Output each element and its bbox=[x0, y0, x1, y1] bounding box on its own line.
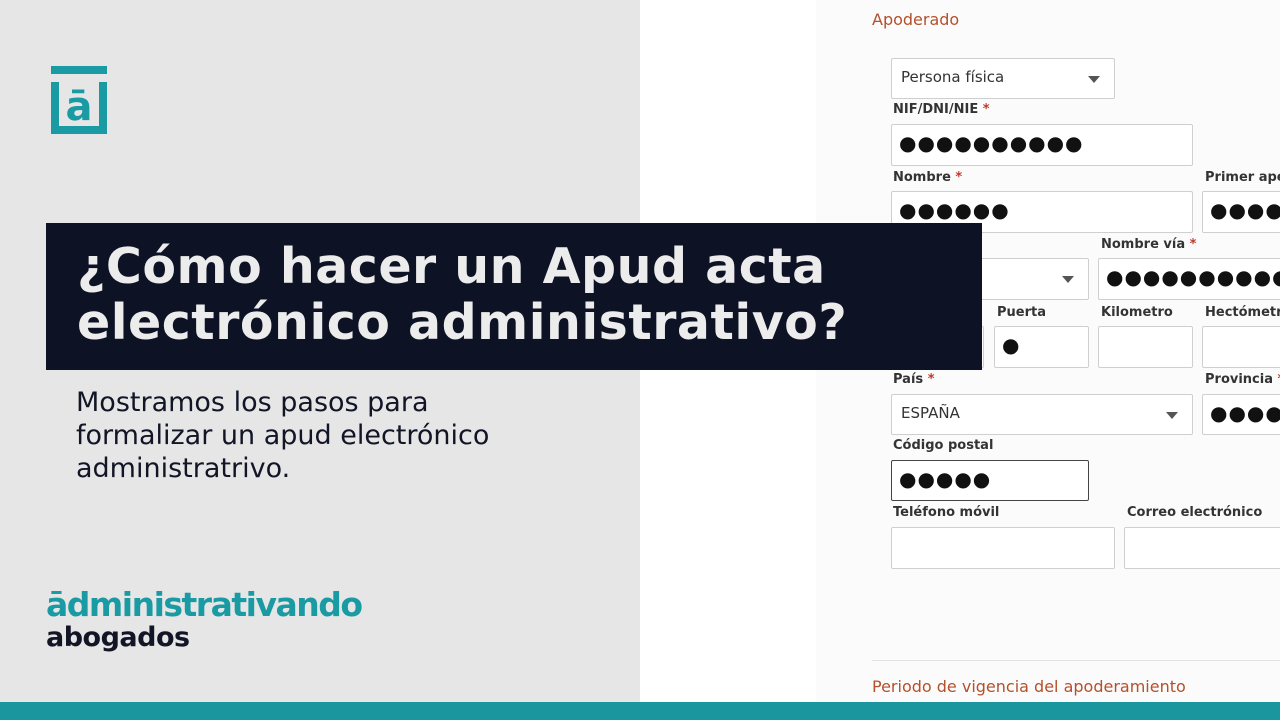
puerta-label: Puerta bbox=[997, 305, 1046, 320]
subtitle-line-3: administratrivo. bbox=[76, 453, 291, 484]
brand-subname: abogados bbox=[46, 622, 190, 653]
title-banner: ¿Cómo hacer un Apud acta electrónico adm… bbox=[46, 223, 982, 370]
person-type-value: Persona física bbox=[901, 68, 1005, 86]
puerta-input[interactable]: ● bbox=[994, 326, 1089, 368]
correo-label: Correo electrónico bbox=[1127, 505, 1263, 520]
nombre-label: Nombre * bbox=[893, 170, 963, 185]
chevron-down-icon bbox=[1166, 412, 1178, 419]
subtitle: Mostramos los pasos para formalizar un a… bbox=[76, 386, 596, 485]
section-title-periodo: Periodo de vigencia del apoderamiento bbox=[872, 677, 1186, 696]
hectometro-input[interactable] bbox=[1202, 326, 1280, 368]
section-title-apoderado: Apoderado bbox=[872, 10, 960, 29]
subtitle-line-1: Mostramos los pasos para bbox=[76, 387, 429, 418]
nif-input[interactable]: ●●●●●●●●●● bbox=[891, 124, 1193, 166]
kilometro-input[interactable] bbox=[1098, 326, 1193, 368]
nombre-via-value: ●●●●●●●●●●● bbox=[1106, 265, 1280, 289]
puerta-value: ● bbox=[1002, 333, 1021, 357]
codigo-postal-value: ●●●●● bbox=[899, 467, 992, 491]
pais-value: ESPAÑA bbox=[901, 404, 960, 422]
hectometro-label: Hectómetr bbox=[1205, 305, 1280, 320]
nombre-via-label: Nombre vía * bbox=[1101, 237, 1197, 252]
telefono-input[interactable] bbox=[891, 527, 1115, 569]
person-type-select[interactable]: Persona física bbox=[891, 58, 1115, 99]
nombre-via-input[interactable]: ●●●●●●●●●●● bbox=[1098, 258, 1280, 300]
bottom-accent-bar bbox=[0, 702, 1280, 720]
codigo-postal-label: Código postal bbox=[893, 438, 994, 453]
codigo-postal-input[interactable]: ●●●●● bbox=[891, 460, 1089, 501]
chevron-down-icon bbox=[1062, 276, 1074, 283]
primer-apellido-value: ●●●●● bbox=[1210, 198, 1280, 222]
title-line-2: electrónico administrativo? bbox=[77, 294, 848, 351]
provincia-label: Provincia * bbox=[1205, 372, 1280, 387]
section-divider bbox=[872, 660, 1280, 661]
chevron-down-icon bbox=[1088, 76, 1100, 83]
brand-logo-icon: ā bbox=[51, 66, 107, 134]
nif-value: ●●●●●●●●●● bbox=[899, 131, 1084, 155]
pais-label: País * bbox=[893, 372, 935, 387]
nombre-value: ●●●●●● bbox=[899, 198, 1010, 222]
video-title: ¿Cómo hacer un Apud acta electrónico adm… bbox=[77, 239, 967, 351]
title-line-1: ¿Cómo hacer un Apud acta bbox=[77, 238, 826, 295]
provincia-value: ●●●●● bbox=[1210, 401, 1280, 425]
provincia-select[interactable]: ●●●●● bbox=[1202, 394, 1280, 435]
logo-letter: ā bbox=[66, 84, 93, 130]
nif-label: NIF/DNI/NIE * bbox=[893, 102, 990, 117]
subtitle-line-2: formalizar un apud electrónico bbox=[76, 420, 490, 451]
primer-apellido-label: Primer ape bbox=[1205, 170, 1280, 185]
telefono-label: Teléfono móvil bbox=[893, 505, 1000, 520]
correo-input[interactable] bbox=[1124, 527, 1280, 569]
brand-name: ādministrativando bbox=[46, 585, 363, 624]
kilometro-label: Kilometro bbox=[1101, 305, 1173, 320]
primer-apellido-input[interactable]: ●●●●● bbox=[1202, 191, 1280, 233]
pais-select[interactable]: ESPAÑA bbox=[891, 394, 1193, 435]
